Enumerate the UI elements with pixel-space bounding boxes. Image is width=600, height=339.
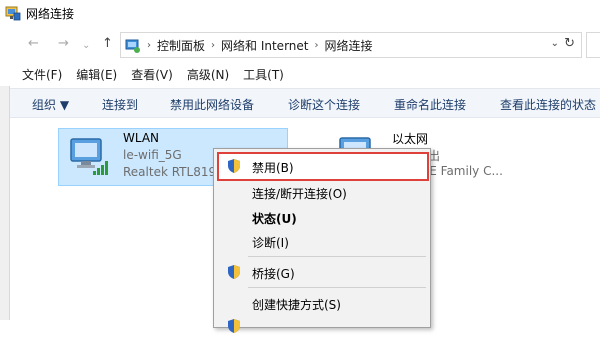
ethernet-name: 以太网 xyxy=(392,132,429,146)
menu-item-disable[interactable]: 禁用(B) xyxy=(214,153,430,179)
uac-shield-icon xyxy=(228,319,240,333)
wlan-ssid: le-wifi_5G xyxy=(123,148,182,162)
diagnose-button[interactable]: 诊断这个连接 xyxy=(288,96,360,113)
uac-shield-icon xyxy=(228,159,240,173)
back-arrow-icon[interactable]: ← xyxy=(28,36,39,52)
address-row: ← → ⌄ ↑ › 控制面板 › 网络和 Internet › 网络连接 ⌄ ↻ xyxy=(0,28,600,62)
menu-item-bridge-label: 桥接(G) xyxy=(252,267,295,281)
menu-item-connect-label: 连接/断开连接(O) xyxy=(252,187,347,201)
menu-item-diagnose[interactable]: 诊断(I) xyxy=(214,228,430,254)
breadcrumb-separator-icon: › xyxy=(147,40,151,51)
uac-shield-icon xyxy=(228,265,240,279)
breadcrumb-separator-icon: › xyxy=(211,40,216,51)
menu-tools[interactable]: 工具(T) xyxy=(243,66,284,83)
menu-item-disable-label: 禁用(B) xyxy=(252,161,294,175)
breadcrumb-control-panel[interactable]: 控制面板 xyxy=(157,37,205,54)
organize-button[interactable]: 组织 ▼ xyxy=(32,96,69,113)
menu-item-diagnose-label: 诊断(I) xyxy=(252,236,289,250)
view-status-button[interactable]: 查看此连接的状态 xyxy=(500,96,596,113)
address-bar[interactable]: › 控制面板 › 网络和 Internet › 网络连接 ⌄ ↻ xyxy=(120,32,582,58)
menu-item-status[interactable]: 状态(U) xyxy=(214,204,430,230)
context-menu: 禁用(B) 连接/断开连接(O) 状态(U) 诊断(I) 桥接(G) 创建快捷方… xyxy=(213,148,431,333)
wlan-device: Realtek RTL819 xyxy=(123,165,217,179)
menu-divider xyxy=(248,287,426,288)
up-arrow-icon[interactable]: ↑ xyxy=(102,36,113,52)
wlan-name: WLAN xyxy=(123,131,160,145)
menu-item-partial[interactable] xyxy=(214,313,430,339)
network-connections-icon xyxy=(5,6,21,21)
menu-advanced[interactable]: 高级(N) xyxy=(187,66,229,83)
menu-item-status-label: 状态(U) xyxy=(252,212,297,226)
breadcrumb-network-connections[interactable]: 网络连接 xyxy=(324,37,372,54)
rename-button[interactable]: 重命名此连接 xyxy=(394,96,466,113)
window-title: 网络连接 xyxy=(26,7,75,21)
menu-bar: 文件(F) 编辑(E) 查看(V) 高级(N) 工具(T) xyxy=(0,62,600,86)
address-dropdown-icon[interactable]: ⌄ xyxy=(551,38,559,49)
forward-arrow-icon[interactable]: → xyxy=(58,36,69,52)
wireless-adapter-icon xyxy=(70,138,108,175)
menu-edit[interactable]: 编辑(E) xyxy=(76,66,117,83)
control-panel-icon xyxy=(125,39,140,53)
connect-to-button[interactable]: 连接到 xyxy=(102,96,138,113)
menu-divider xyxy=(248,256,426,257)
menu-item-shortcut-label: 创建快捷方式(S) xyxy=(252,298,341,312)
disable-device-button[interactable]: 禁用此网络设备 xyxy=(170,96,254,113)
recent-locations-chevron-icon[interactable]: ⌄ xyxy=(82,38,90,54)
menu-item-connect-disconnect[interactable]: 连接/断开连接(O) xyxy=(214,179,430,205)
menu-item-bridge[interactable]: 桥接(G) xyxy=(214,259,430,285)
search-input[interactable] xyxy=(586,32,600,58)
breadcrumb-network-internet[interactable]: 网络和 Internet xyxy=(221,37,308,54)
breadcrumb-separator-icon: › xyxy=(314,40,319,51)
menu-file[interactable]: 文件(F) xyxy=(22,66,62,83)
refresh-icon[interactable]: ↻ xyxy=(564,36,575,51)
menu-view[interactable]: 查看(V) xyxy=(131,66,173,83)
title-bar: 网络连接 xyxy=(0,0,600,28)
command-bar: 组织 ▼ 连接到 禁用此网络设备 诊断这个连接 重命名此连接 查看此连接的状态 xyxy=(10,88,600,118)
